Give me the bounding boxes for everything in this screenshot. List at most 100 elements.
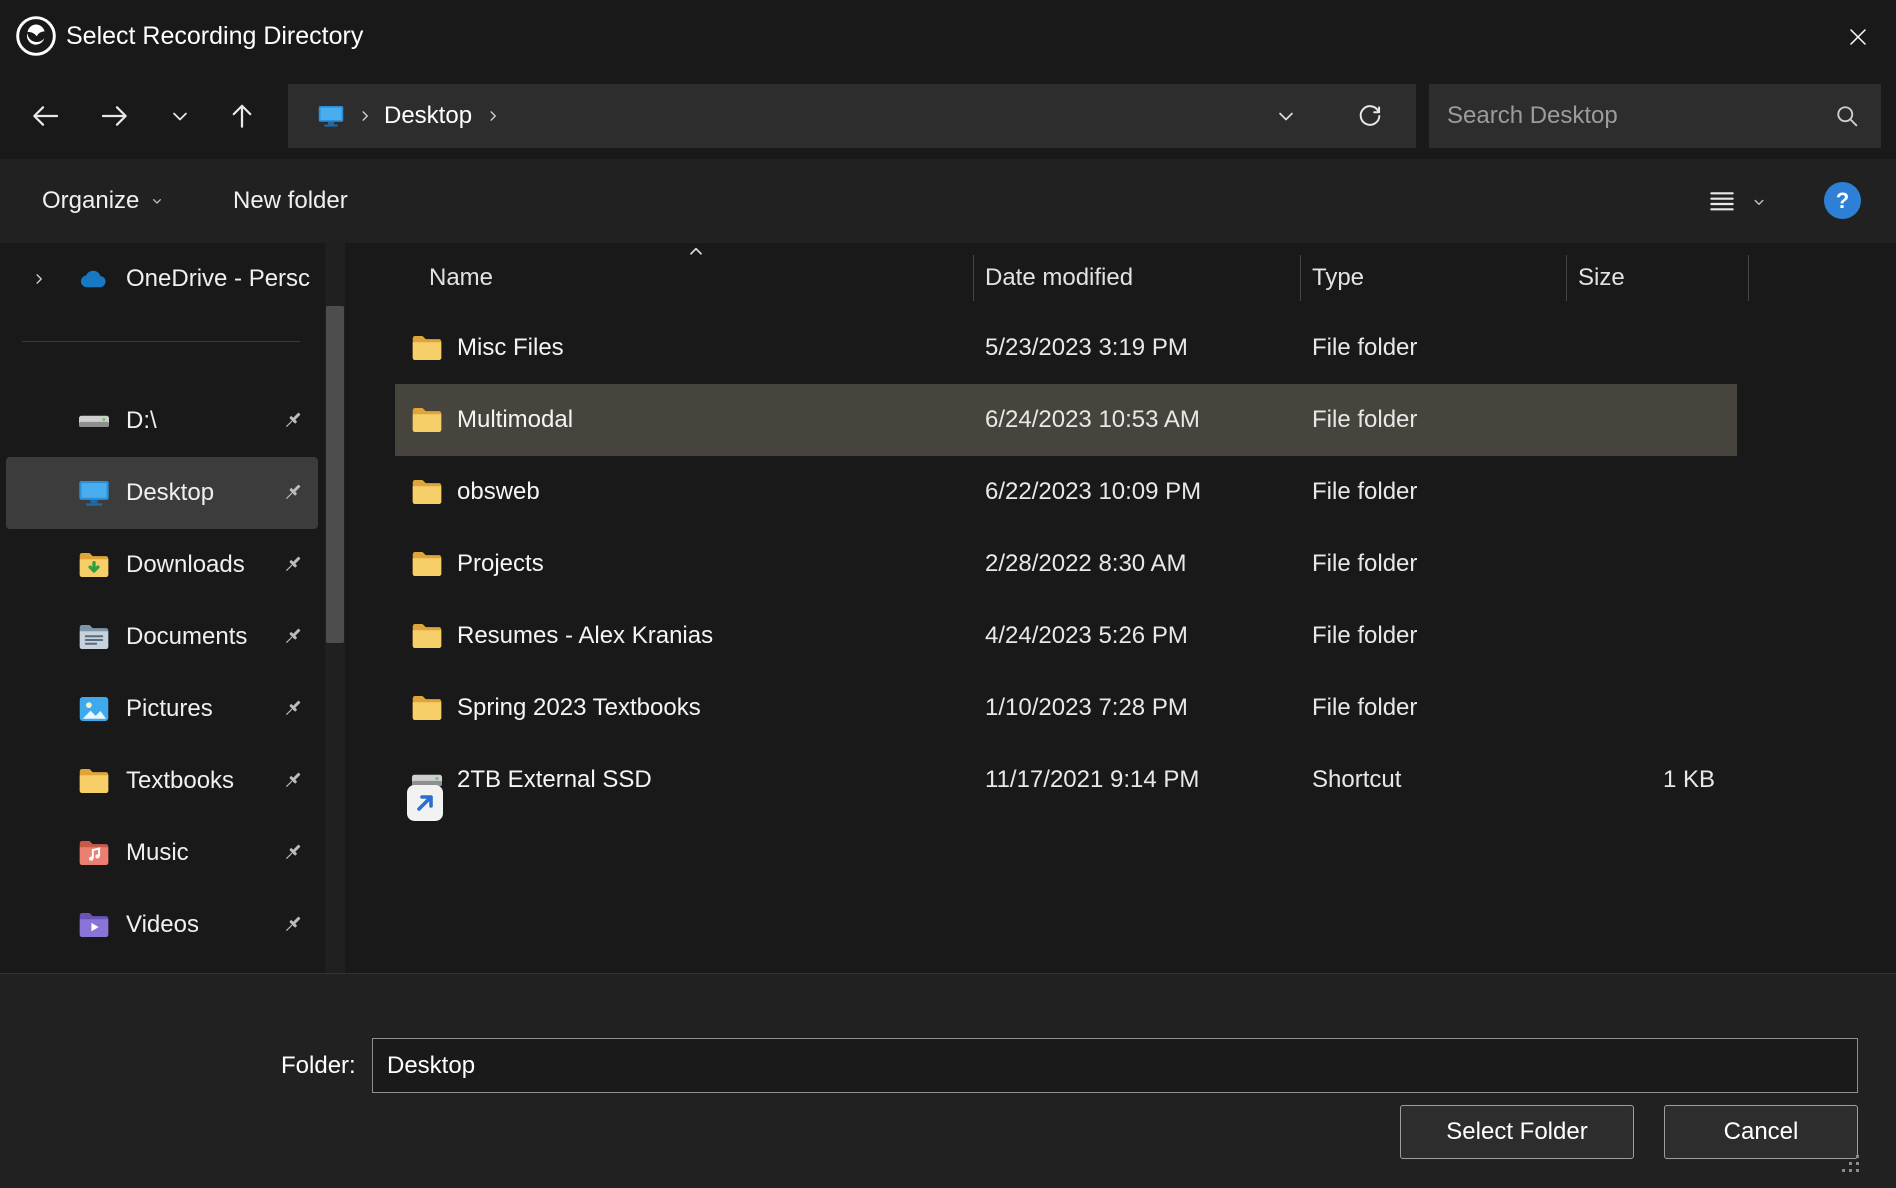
folder-icon [409,330,445,366]
pin-icon [279,623,306,650]
folder-name-input[interactable] [372,1038,1858,1093]
sidebar-item-onedrive[interactable]: OneDrive - Persc [0,247,330,311]
organize-label: Organize [42,187,139,215]
file-row-spring-2023-textbooks[interactable]: Spring 2023 Textbooks 1/10/2023 7:28 PM … [395,672,1737,744]
close-button[interactable] [1820,0,1896,73]
folder-icon [409,690,445,726]
sidebar-item-label: D:\ [126,407,157,435]
address-bar[interactable]: Desktop [288,84,1416,148]
folder-icon [409,546,445,582]
navigation-bar: Desktop [0,73,1896,159]
sidebar-item-label: Videos [126,911,199,939]
sidebar-item-downloads[interactable]: Downloads [6,529,318,601]
column-separator [1566,255,1567,301]
pin-icon [279,911,306,938]
select-folder-button[interactable]: Select Folder [1400,1105,1634,1159]
downloads-icon [76,547,112,583]
vertical-scrollbar[interactable] [325,243,345,973]
file-name: Resumes - Alex Kranias [457,622,713,650]
sidebar-item-d-drive[interactable]: D:\ [6,385,318,457]
breadcrumb-desktop[interactable]: Desktop [384,102,472,130]
file-row-resumes[interactable]: Resumes - Alex Kranias 4/24/2023 5:26 PM… [395,600,1737,672]
list-view-icon [1706,186,1738,218]
file-type: File folder [1312,622,1417,650]
desktop-icon [76,475,112,511]
sidebar-divider [22,341,300,342]
sidebar-item-label: Documents [126,623,247,651]
file-date: 4/24/2023 5:26 PM [985,622,1188,650]
title-bar: Select Recording Directory [0,0,1896,73]
sidebar-item-documents[interactable]: Documents [6,601,318,673]
sidebar-item-label: Textbooks [126,767,234,795]
search-input[interactable] [1429,84,1881,148]
column-separator [1300,255,1301,301]
onedrive-cloud-icon [76,261,112,297]
file-date: 2/28/2022 8:30 AM [985,550,1187,578]
resize-grip[interactable] [1838,1151,1862,1175]
column-header-type[interactable]: Type [1312,243,1364,313]
breadcrumb-chevron-icon [356,107,374,125]
select-recording-directory-dialog: Select Recording Directory Desktop [0,0,1896,1188]
cancel-button[interactable]: Cancel [1664,1105,1858,1159]
sidebar-item-label: Desktop [126,479,214,507]
file-type: Shortcut [1312,766,1401,794]
sidebar-item-pictures[interactable]: Pictures [6,673,318,745]
file-list: Misc Files 5/23/2023 3:19 PM File folder… [395,312,1737,816]
refresh-button[interactable] [1350,96,1390,136]
toolbar: Organize New folder ? [0,159,1896,243]
scrollbar-thumb[interactable] [326,306,344,643]
help-button[interactable]: ? [1824,182,1861,219]
up-button[interactable] [218,92,266,140]
sidebar-item-textbooks[interactable]: Textbooks [6,745,318,817]
file-row-2tb-external-ssd[interactable]: 2TB External SSD 11/17/2021 9:14 PM Shor… [395,744,1737,816]
folder-icon [76,763,112,799]
chevron-down-icon [168,104,192,128]
column-header-date-modified[interactable]: Date modified [985,243,1133,313]
pin-icon [279,695,306,722]
file-row-multimodal[interactable]: Multimodal 6/24/2023 10:53 AM File folde… [395,384,1737,456]
file-date: 6/22/2023 10:09 PM [985,478,1201,506]
drive-shortcut-icon [409,762,445,798]
pin-icon [279,551,306,578]
file-name: 2TB External SSD [457,766,652,794]
folder-icon [409,402,445,438]
history-dropdown-button[interactable] [156,92,204,140]
forward-icon [99,100,131,132]
expand-chevron-icon[interactable] [30,270,48,288]
breadcrumb-chevron-icon [484,107,502,125]
new-folder-button[interactable]: New folder [233,159,348,243]
sort-ascending-icon [685,245,707,259]
desktop-location-icon [316,101,346,131]
organize-button[interactable]: Organize [42,159,165,243]
file-date: 1/10/2023 7:28 PM [985,694,1188,722]
file-date: 6/24/2023 10:53 AM [985,406,1200,434]
sidebar-item-desktop[interactable]: Desktop [6,457,318,529]
column-header-size[interactable]: Size [1578,243,1625,313]
file-type: File folder [1312,406,1417,434]
pin-icon [279,407,306,434]
column-separator [1748,255,1749,301]
column-header-name[interactable]: Name [429,243,493,313]
refresh-icon [1356,102,1384,130]
file-type: File folder [1312,550,1417,578]
view-options-button[interactable] [1702,183,1742,221]
file-row-misc-files[interactable]: Misc Files 5/23/2023 3:19 PM File folder [395,312,1737,384]
shortcut-arrow-icon [407,785,422,800]
sidebar-item-music[interactable]: Music [6,817,318,889]
sidebar-item-label: Downloads [126,551,245,579]
file-row-projects[interactable]: Projects 2/28/2022 8:30 AM File folder [395,528,1737,600]
forward-button[interactable] [91,92,139,140]
address-dropdown-button[interactable] [1266,98,1306,134]
folder-label: Folder: [281,1039,356,1093]
sidebar-item-label: Pictures [126,695,213,723]
file-date: 5/23/2023 3:19 PM [985,334,1188,362]
file-name: Spring 2023 Textbooks [457,694,701,722]
sidebar-item-label: OneDrive - Persc [126,265,310,293]
file-row-obsweb[interactable]: obsweb 6/22/2023 10:09 PM File folder [395,456,1737,528]
sidebar-item-videos[interactable]: Videos [6,889,318,961]
back-button[interactable] [21,92,69,140]
sidebar: D:\ Desktop Downloads Documents [0,385,330,961]
column-separator [973,255,974,301]
chevron-down-icon[interactable] [1750,193,1768,211]
help-icon: ? [1836,188,1849,214]
